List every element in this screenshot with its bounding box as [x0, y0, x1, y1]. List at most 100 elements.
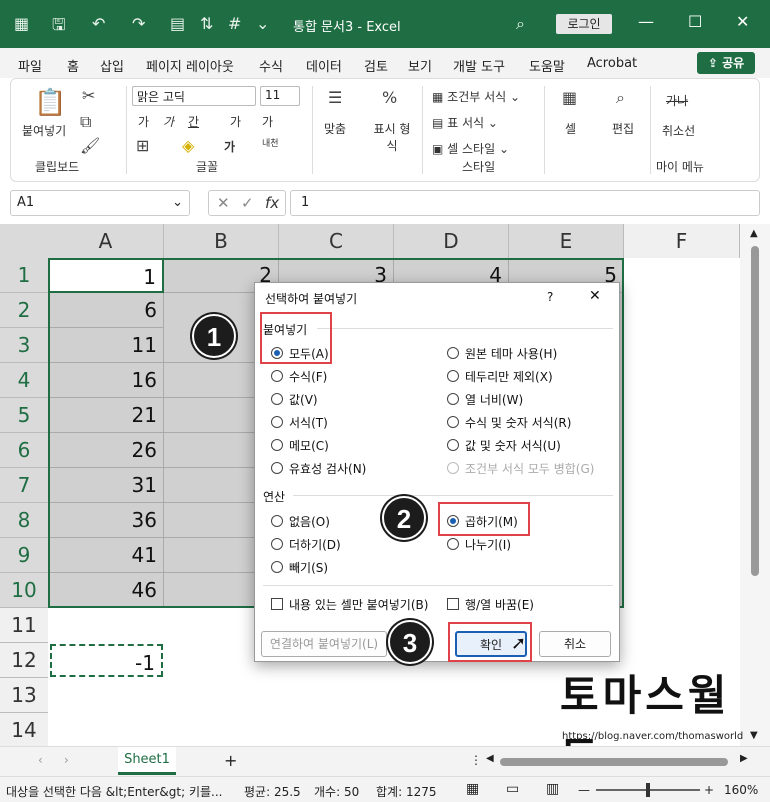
row-header[interactable]: 7 — [0, 468, 48, 503]
cell-style-button[interactable]: ▣ 셀 스타일 ⌄ — [432, 140, 509, 157]
dialog-close-button[interactable]: ✕ — [589, 288, 601, 304]
scroll-up-icon[interactable]: ▲ — [750, 228, 758, 239]
row-header[interactable]: 13 — [0, 678, 48, 713]
checkbox-label[interactable]: 내용 있는 셀만 붙여넣기(B) — [289, 596, 428, 613]
unicode-button[interactable]: 내천 — [262, 136, 279, 149]
column-header[interactable]: C — [279, 224, 394, 258]
search-icon[interactable]: ⌕ — [516, 14, 525, 34]
cond-format-button[interactable]: ▦ 조건부 서식 ⌄ — [432, 88, 520, 105]
paste-button[interactable]: 붙여넣기 — [22, 122, 66, 139]
horizontal-scroll-thumb[interactable] — [500, 758, 728, 766]
shrink-button[interactable]: 가 — [262, 113, 273, 130]
cancel-entry-icon[interactable]: ✕ — [217, 194, 230, 212]
shrink-font-button[interactable]: 가 — [163, 113, 174, 130]
radio-values-numbers[interactable] — [447, 439, 459, 451]
radio-formulas[interactable] — [271, 370, 283, 382]
radio-label[interactable]: 더하기(D) — [289, 536, 341, 553]
radio-except-borders[interactable] — [447, 370, 459, 382]
zoom-level[interactable]: 160% — [724, 783, 758, 797]
strikethrough-button[interactable]: 취소선 — [662, 122, 695, 139]
tab-file[interactable]: 파일 — [18, 56, 42, 75]
radio-label[interactable]: 없음(O) — [289, 513, 330, 530]
radio-label[interactable]: 유효성 검사(N) — [289, 460, 366, 477]
cells-button[interactable]: 셀 — [565, 120, 576, 137]
confirm-entry-icon[interactable]: ✓ — [241, 194, 254, 212]
row-header[interactable]: 6 — [0, 433, 48, 468]
more-dots-icon[interactable]: ⋮ — [470, 753, 482, 767]
radio-label[interactable]: 서식(T) — [289, 414, 328, 431]
radio-label[interactable]: 값 및 숫자 서식(U) — [465, 437, 561, 454]
sign-in-button[interactable]: 로그인 — [556, 14, 612, 34]
row-header[interactable]: 3 — [0, 328, 48, 363]
radio-subtract[interactable] — [271, 561, 283, 573]
radio-formats[interactable] — [271, 416, 283, 428]
sheet-tab[interactable]: Sheet1 — [118, 747, 176, 775]
chevron-down-icon[interactable]: ⌄ — [172, 195, 183, 210]
tab-formulas[interactable]: 수식 — [259, 56, 283, 75]
form-icon[interactable]: ▤ — [170, 14, 185, 33]
redo-icon[interactable]: ↷ — [132, 14, 145, 33]
tab-developer[interactable]: 개발 도구 — [453, 56, 505, 75]
insert-function-icon[interactable]: fx — [265, 194, 279, 212]
radio-label[interactable]: 수식(F) — [289, 368, 327, 385]
row-header[interactable]: 1 — [0, 258, 48, 293]
align-button[interactable]: 맞춤 — [324, 120, 346, 137]
add-sheet-icon[interactable]: + — [224, 751, 237, 770]
row-header[interactable]: 9 — [0, 538, 48, 573]
page-layout-icon[interactable]: ▭ — [506, 781, 519, 797]
column-header[interactable]: A — [48, 224, 164, 258]
tab-data[interactable]: 데이터 — [306, 56, 342, 75]
copy-icon[interactable]: ⧉ — [80, 112, 91, 132]
prev-sheet-icon[interactable]: ‹ — [38, 753, 43, 767]
paste-icon[interactable]: 📋 — [34, 88, 66, 118]
row-header[interactable]: 4 — [0, 363, 48, 398]
column-header[interactable]: E — [509, 224, 624, 258]
zoom-in-icon[interactable]: + — [704, 783, 714, 797]
radio-divide[interactable] — [447, 538, 459, 550]
paste-link-button[interactable]: 연결하여 붙여넣기(L) — [261, 631, 387, 657]
column-header[interactable]: B — [164, 224, 279, 258]
formula-input[interactable]: 1 — [290, 190, 760, 216]
radio-label[interactable]: 메모(C) — [289, 437, 329, 454]
radio-label[interactable]: 원본 테마 사용(H) — [465, 345, 557, 362]
font-name-combo[interactable]: 맑은 고딕 — [132, 86, 256, 106]
phonetic-button[interactable]: 가 — [230, 113, 241, 130]
minimize-icon[interactable]: — — [638, 12, 654, 31]
editing-button[interactable]: 편집 — [612, 120, 634, 137]
radio-column-widths[interactable] — [447, 393, 459, 405]
zoom-out-icon[interactable]: — — [578, 783, 590, 797]
share-button[interactable]: ⇪ 공유 — [697, 52, 755, 74]
radio-label[interactable]: 빼기(S) — [289, 559, 328, 576]
sort-icon[interactable]: ⇅ — [200, 14, 213, 33]
skip-blanks-checkbox[interactable] — [271, 598, 283, 610]
next-sheet-icon[interactable]: › — [64, 753, 69, 767]
row-header[interactable]: 2 — [0, 293, 48, 328]
row-header[interactable]: 10 — [0, 573, 48, 608]
editing-search-icon[interactable]: ⌕ — [616, 88, 625, 108]
radio-validation[interactable] — [271, 462, 283, 474]
radio-comments[interactable] — [271, 439, 283, 451]
strikethrough-icon[interactable]: 가나 — [666, 92, 688, 109]
font-color-button[interactable]: 가 — [224, 138, 235, 155]
row-header[interactable]: 11 — [0, 608, 48, 643]
select-all-corner[interactable] — [0, 224, 48, 258]
radio-label[interactable]: 수식 및 숫자 서식(R) — [465, 414, 571, 431]
percent-icon[interactable]: % — [382, 88, 397, 107]
radio-label[interactable]: 나누기(I) — [465, 536, 511, 553]
tab-view[interactable]: 보기 — [408, 56, 432, 75]
radio-label[interactable]: 열 너비(W) — [465, 391, 523, 408]
tab-review[interactable]: 검토 — [364, 56, 388, 75]
tab-page-layout[interactable]: 페이지 레이아웃 — [146, 56, 234, 75]
cell-a12-copy-marquee[interactable]: -1 — [50, 644, 163, 677]
fill-color-icon[interactable]: ◈ — [182, 136, 194, 155]
checkbox-label[interactable]: 행/열 바꿈(E) — [465, 596, 534, 613]
radio-label[interactable]: 테두리만 제외(X) — [465, 368, 553, 385]
number-format-button[interactable]: 표시 형식 — [370, 120, 414, 154]
page-break-icon[interactable]: ▥ — [546, 781, 559, 797]
normal-view-icon[interactable]: ▦ — [466, 781, 479, 797]
close-icon[interactable]: ✕ — [736, 12, 749, 31]
row-header[interactable]: 8 — [0, 503, 48, 538]
underline-button[interactable]: 간 — [188, 113, 199, 130]
undo-icon[interactable]: ↶ — [92, 14, 105, 33]
radio-none[interactable] — [271, 515, 283, 527]
